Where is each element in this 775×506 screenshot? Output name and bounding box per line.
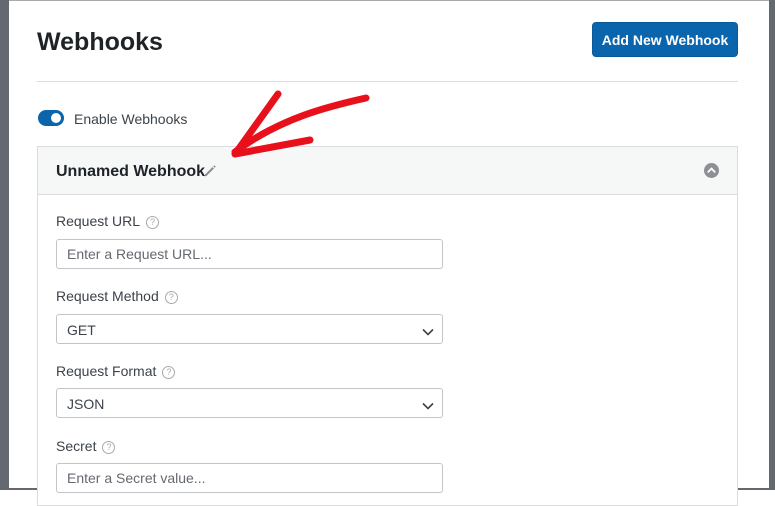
request-format-value: JSON xyxy=(67,396,105,412)
window-left-border xyxy=(0,0,9,490)
secret-input[interactable] xyxy=(56,463,443,493)
chevron-down-icon xyxy=(422,398,434,416)
window-top-border xyxy=(0,0,775,1)
request-format-select[interactable]: JSON xyxy=(56,388,443,418)
enable-webhooks-toggle[interactable] xyxy=(38,110,64,126)
help-icon[interactable]: ? xyxy=(102,441,116,454)
request-method-select[interactable]: GET xyxy=(56,314,443,344)
chevron-down-icon xyxy=(422,324,434,342)
request-format-label: Request Format? xyxy=(56,363,176,379)
header-divider xyxy=(37,81,738,82)
secret-label-text: Secret xyxy=(56,438,97,454)
enable-webhooks-label: Enable Webhooks xyxy=(74,111,188,127)
page-title: Webhooks xyxy=(37,28,163,56)
webhook-name: Unnamed Webhook xyxy=(56,163,206,180)
add-new-webhook-button[interactable]: Add New Webhook xyxy=(592,22,738,57)
window-right-border xyxy=(769,0,775,490)
secret-label: Secret? xyxy=(56,438,116,454)
request-format-label-text: Request Format xyxy=(56,363,157,379)
request-url-input[interactable] xyxy=(56,239,443,269)
help-icon[interactable]: ? xyxy=(164,291,178,304)
request-url-label: Request URL? xyxy=(56,213,160,229)
help-icon[interactable]: ? xyxy=(146,216,160,229)
request-method-value: GET xyxy=(67,322,96,338)
toggle-knob xyxy=(51,113,61,123)
webhook-panel-header[interactable]: Unnamed Webhook xyxy=(38,147,737,195)
help-icon[interactable]: ? xyxy=(162,366,176,379)
collapse-icon[interactable] xyxy=(704,163,719,178)
pencil-icon[interactable] xyxy=(203,164,217,178)
request-url-label-text: Request URL xyxy=(56,213,141,229)
request-method-label-text: Request Method xyxy=(56,288,159,304)
request-method-label: Request Method? xyxy=(56,288,178,304)
